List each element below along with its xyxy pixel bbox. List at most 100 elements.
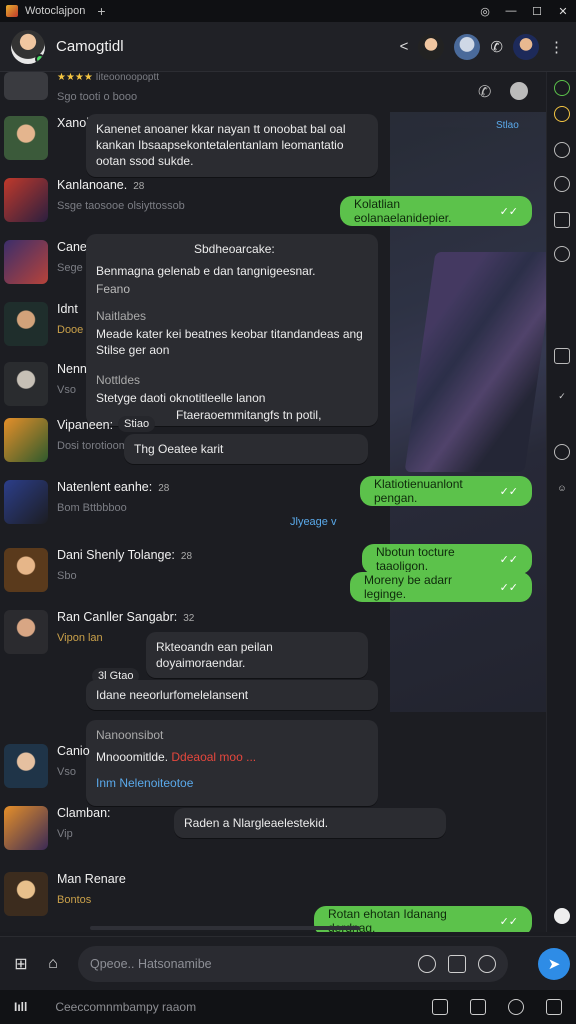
maximize-button[interactable]: ☐ [524,5,550,18]
smile-icon[interactable]: ☺ [554,480,570,496]
message-text: Feano [96,282,131,297]
chat-icon[interactable] [554,80,570,96]
list-item[interactable]: Kanlanoane. 28 Ssge taosooe olsiyttossob [0,178,185,222]
chat-title[interactable]: Camogtidl [56,38,124,55]
window-title: Wotoclajpon [25,5,86,17]
contact-preview: Sbo [57,570,77,582]
horizontal-scrollbar[interactable] [90,926,360,930]
contact-avatar [4,240,48,284]
message-group[interactable]: Sbdheoarcake: Benmagna gelenab e dan tan… [86,234,378,426]
taskbar: Iıll Ceeccomnmbampy raaom [0,990,576,1024]
contact-avatar [4,178,48,222]
chat-avatar[interactable] [11,29,45,64]
compass-icon[interactable] [554,246,570,262]
contact-name: Kanlanoane. 28 [57,178,145,192]
forward-link[interactable]: Jlyeage v [290,516,336,528]
list-item[interactable]: Natenlent eanhe: 28 Bom Bttbbboo [0,480,169,524]
new-tab-button[interactable]: + [97,3,105,19]
message-bubble[interactable]: Thg Oeatee karit [124,434,368,465]
link-text[interactable]: Inm Nelenoiteotoe [96,775,368,791]
calendar-icon[interactable] [554,142,570,158]
online-indicator [35,53,45,64]
message-text: Stetyge daoti oknotitleelle lanon [96,391,266,406]
list-item[interactable]: Man Renare Bontos [0,872,126,916]
list-item[interactable]: Canio Vso [0,744,90,788]
message-composer: ⊞ ⌂ Qpeoe.. Hatsonamibe ➤ [0,936,576,990]
contact-name: Clamban: [57,806,111,820]
chat-area[interactable]: ★★★★ Iiteoonoopoptt Sgo tooti o booo ✆ S… [0,72,546,932]
settings-icon[interactable]: ◎ [472,5,498,18]
highlighted-text: Ddeaoal moo ... [171,750,257,765]
sender-label: Nottldes [96,373,141,388]
gif-icon[interactable] [448,954,466,973]
contact-name: Ran Canller Sangabr: 32 [57,610,195,624]
message-text: Meade kater kei beatnes keobar titandand… [96,326,363,341]
message-group[interactable]: Nanoonsibot Mnooomitlde. Ddeaoal moo ...… [86,720,378,806]
notification-icon[interactable] [554,908,570,924]
history-icon[interactable] [554,444,570,460]
window-titlebar: Wotoclajpon + ◎ — ☐ ✕ [0,0,576,22]
contact-name: Idnt [57,302,78,316]
contact-name: Canio [57,744,90,758]
mention-icon[interactable] [478,954,496,973]
apps-icon[interactable]: ⊞ [10,953,32,975]
message-bubble[interactable]: Rkteoandn ean peilan doyaimoraendar. [146,632,368,679]
close-button[interactable]: ✕ [550,5,576,18]
taskbar-icons [432,999,576,1015]
sticker-icon[interactable] [418,954,436,973]
minimize-button[interactable]: — [498,5,524,18]
message-bubble[interactable]: Idane neeorlurfomelelansent [86,680,378,711]
clock-icon[interactable] [508,999,524,1015]
list-item[interactable]: Idnt Dooe [0,302,83,346]
message-icon[interactable] [546,999,562,1015]
contact-preview: Bom Bttbbboo [57,502,127,514]
contact-preview: Bontos [57,894,92,906]
share-icon[interactable] [470,999,486,1015]
contact-avatar [4,302,48,346]
participant-avatar[interactable] [513,33,539,60]
contact-avatar [4,362,48,406]
call-icon[interactable]: ✆ [490,38,503,56]
emoji-icon[interactable] [554,106,570,122]
window-icon[interactable] [432,999,448,1015]
more-menu-icon[interactable]: ⋮ [549,38,564,56]
taskbar-logo[interactable]: Iıll [14,1000,27,1014]
list-icon[interactable] [554,348,570,364]
app-icon [6,5,18,17]
time-label: Stlao [496,120,519,131]
participant-avatar[interactable] [418,33,445,60]
bookmark-icon[interactable] [554,212,570,228]
participant-avatar[interactable] [454,33,481,60]
message-text: Stilse ger aon [96,342,170,357]
taskbar-label: Ceeccomnmbampy raaom [55,1000,197,1014]
sender-label: Naitlabes [96,308,147,323]
sender-label: Sbdheoarcake: [194,242,275,256]
list-item[interactable]: ★★★★ Iiteoonoopoptt Sgo tooti o booo [0,72,159,103]
message-bubble[interactable]: Raden a Nlargleaelestekid. [174,808,446,839]
list-item[interactable]: Dani Shenly Tolange: 28 Sbo [0,548,192,592]
right-toolbar: ✓ ☺ [546,72,576,932]
list-item[interactable]: Clamban: Vip [0,806,111,850]
input-placeholder: Qpeoe.. Hatsonamibe [90,956,212,971]
message-input[interactable]: Qpeoe.. Hatsonamibe [78,945,508,982]
list-item[interactable]: Nenn Vso [0,362,87,406]
attach-icon[interactable]: ⌂ [42,953,64,975]
contact-preview: Vip [57,828,73,840]
window-controls: ◎ — ☐ ✕ [472,5,576,18]
message-bubble[interactable]: Kanenet anoaner kkar nayan tt onoobat ba… [86,114,378,177]
check-icon[interactable]: ✓ [554,388,570,404]
outgoing-message[interactable]: Klatiotienuanlont pengan. ✓✓ [360,476,532,506]
outgoing-message[interactable]: Moreny be adarr leginge. ✓✓ [350,572,532,602]
share-icon[interactable]: < [400,38,409,55]
contact-avatar [4,872,48,916]
contact-avatar [4,418,48,462]
contact-name: Natenlent eanhe: 28 [57,480,170,494]
outgoing-message[interactable]: Kolatlian eolanaelanidepier. ✓✓ [340,196,532,226]
phone-icon[interactable]: ✆ [478,82,491,102]
contact-preview: Vso [57,384,76,396]
refresh-icon[interactable] [554,176,570,192]
contact-preview: Dooe [57,324,84,336]
status-icon[interactable] [510,82,528,100]
outgoing-message[interactable]: Nbotun tocture taaoligon. ✓✓ [362,544,532,574]
send-button[interactable]: ➤ [538,948,570,980]
